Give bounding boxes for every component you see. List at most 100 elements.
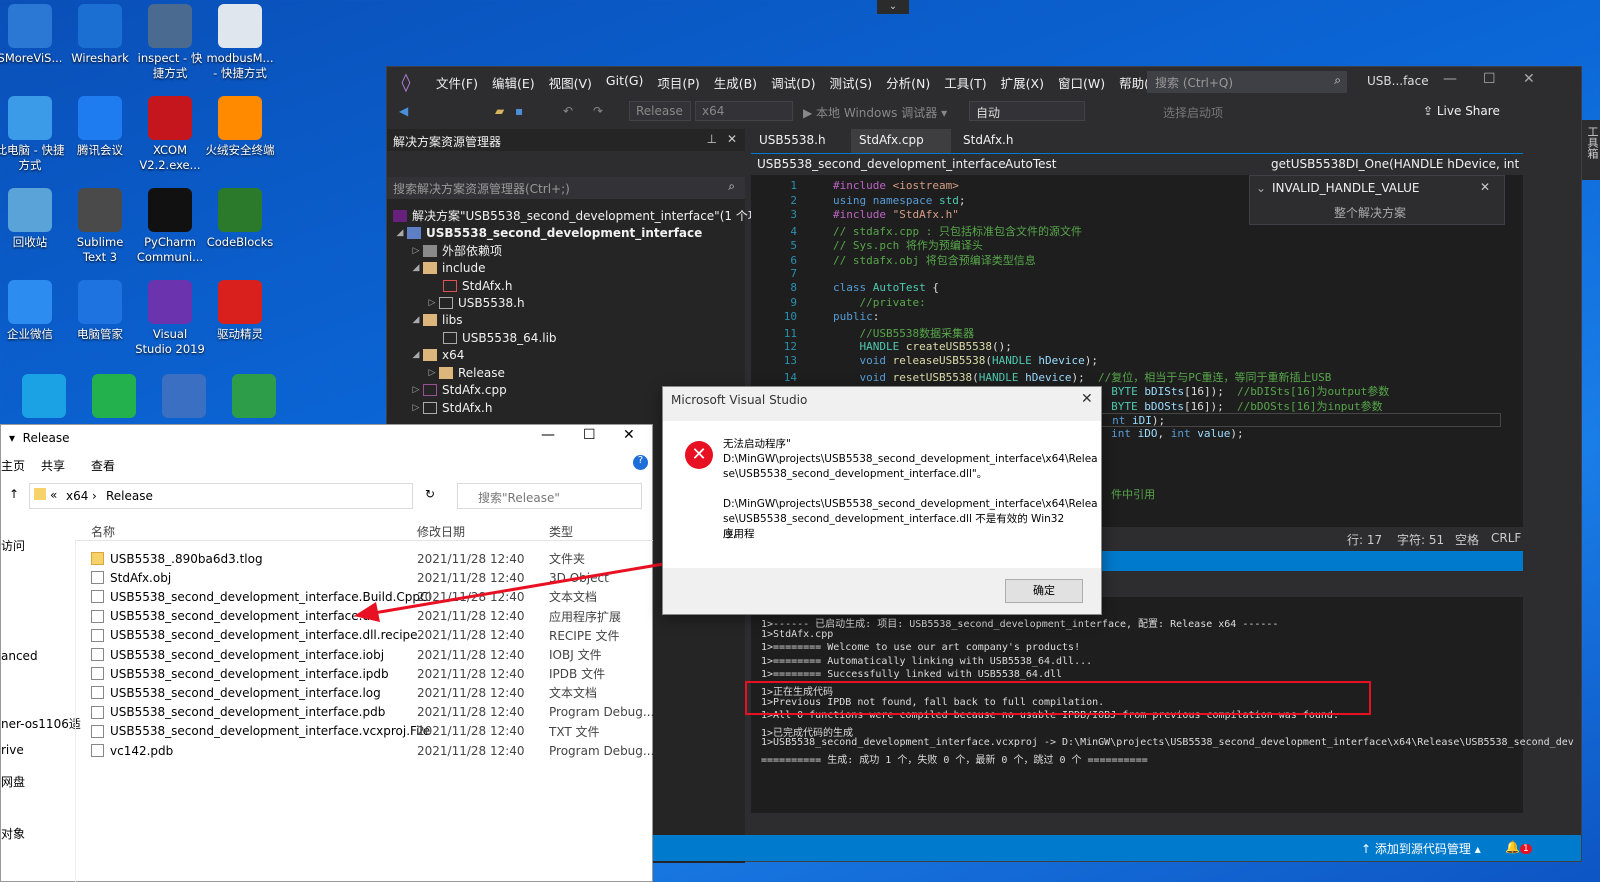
tab-usb5538-h[interactable]: USB5538.h [751,129,834,153]
desktop-icon[interactable] [78,374,150,421]
close-button[interactable]: ✕ [1081,391,1093,407]
notification-icon[interactable]: 🔔 1 [1505,840,1532,854]
desktop-icon[interactable] [8,374,80,421]
solution-search-input[interactable]: 搜索解决方案资源管理器(Ctrl+;) ⌕ [387,177,745,199]
nav-pane-item[interactable]: 对象 [1,825,25,842]
desktop-icon[interactable]: XCOM V2.2.exe... [134,96,206,173]
menu-item[interactable]: 项目(P) [650,73,706,92]
file-row[interactable]: USB5538_second_development_interface.vcx… [91,722,600,741]
tree-stdafx-cpp[interactable]: ▷ StdAfx.cpp [409,381,507,398]
menu-item[interactable]: 视图(V) [542,73,599,92]
desktop-icon[interactable]: SMoreViS... [0,4,66,66]
col-name[interactable]: 名称 [91,523,115,540]
maximize-button[interactable]: ☐ [1483,71,1496,87]
nav-project[interactable]: USB5538_second_development_interface [757,157,1006,171]
menu-item[interactable]: 生成(B) [707,73,764,92]
eol-indicator[interactable]: CRLF [1491,531,1521,545]
nav-scope[interactable]: AutoTest [1005,157,1057,171]
desktop-icon[interactable] [148,374,220,421]
close-icon[interactable]: ✕ [727,132,737,146]
file-row[interactable]: USB5538_second_development_interface.dll… [91,626,619,645]
ribbon-view[interactable]: 查看 [91,457,115,474]
chevron-down-icon[interactable]: ⌄ [877,0,909,14]
live-share-button[interactable]: ⇪ Live Share [1423,104,1500,118]
maximize-button[interactable]: ☐ [583,427,596,443]
back-icon[interactable]: ◀ [399,104,408,118]
address-bar[interactable]: « x64 › Release [29,483,413,509]
menu-item[interactable]: Git(G) [599,73,651,92]
tab-stdafx-cpp[interactable]: StdAfx.cpp [851,129,951,153]
tree-solution[interactable]: 解决方案"USB5538_second_development_interfac… [393,207,788,224]
startup-item-select[interactable]: 选择启动项 [1163,104,1223,121]
save-icon[interactable]: ▪ [515,104,523,118]
search-input[interactable]: 搜索 (Ctrl+Q) ⌕ [1147,71,1347,93]
auto-select[interactable]: 自动 [969,101,1085,121]
redo-icon[interactable]: ↷ [593,104,603,118]
refresh-icon[interactable]: ↻ [425,487,435,501]
undo-icon[interactable]: ↶ [563,104,573,118]
file-row[interactable]: USB5538_second_development_interface.iob… [91,645,602,664]
tab-stdafx-h[interactable]: StdAfx.h [955,129,1021,153]
desktop-icon[interactable]: PyCharm Communi... [134,188,206,265]
tree-project[interactable]: ◢ USB5538_second_development_interface [393,224,703,241]
tree-release[interactable]: ▷ Release [425,364,505,381]
nav-pane-item[interactable]: ner-os1106适 [1,715,81,732]
ribbon-share[interactable]: 共享 [41,457,65,474]
space-indicator[interactable]: 空格 [1455,531,1479,548]
desktop-icon[interactable]: Sublime Text 3 [64,188,136,265]
minimize-button[interactable]: — [541,427,555,443]
tree-stdafx-h2[interactable]: ▷ StdAfx.h [409,399,493,416]
desktop-icon[interactable]: 火绒安全终端 [204,96,276,158]
tree-libs[interactable]: ◢ libs [409,311,463,328]
nav-pane-item[interactable]: rive [1,743,24,757]
find-scope[interactable]: 整个解决方案 [1334,204,1406,221]
expand-icon[interactable]: ⌄ [1256,181,1266,195]
desktop-icon[interactable]: 企业微信 [0,280,66,342]
desktop-icon[interactable]: 电脑管家 [64,280,136,342]
close-button[interactable]: ✕ [623,427,635,443]
tree-usb-h[interactable]: ▷ USB5538.h [425,294,525,311]
file-row[interactable]: USB5538_second_development_interface.pdb… [91,703,654,722]
menu-item[interactable]: 窗口(W) [1051,73,1112,92]
close-icon[interactable]: ✕ [1480,180,1490,194]
tree-x64[interactable]: ◢ x64 [409,346,465,363]
toolbox-side-tab[interactable]: 工具箱 [1582,120,1600,180]
minimize-button[interactable]: — [1443,71,1457,87]
desktop-icon[interactable]: 驱动精灵 [204,280,276,342]
add-to-source-control-button[interactable]: ↑ 添加到源代码管理 ▴ [1361,840,1481,857]
menu-item[interactable]: 扩展(X) [994,73,1051,92]
desktop-icon[interactable]: 腾讯会议 [64,96,136,158]
line-indicator[interactable]: 行: 17 [1347,531,1382,548]
nav-pane-item[interactable]: 网盘 [1,773,25,790]
desktop-icon[interactable]: 回收站 [0,188,66,250]
desktop-icon[interactable]: Wireshark [64,4,136,66]
menu-item[interactable]: 调试(D) [764,73,822,92]
path-x64[interactable]: x64 [66,489,88,503]
nav-pane-item[interactable]: 访问 [1,537,25,554]
menu-item[interactable]: 测试(S) [822,73,879,92]
open-folder-icon[interactable]: ▰ [495,104,504,118]
char-indicator[interactable]: 字符: 51 [1397,531,1444,548]
up-arrow-icon[interactable]: ↑ [9,487,19,501]
close-button[interactable]: ✕ [1523,71,1535,87]
file-row[interactable]: vc142.pdb 2021/11/28 12:40 Program Debug..… [91,741,654,760]
desktop-icon[interactable]: 此电脑 - 快捷方式 [0,96,66,173]
desktop-icon[interactable]: Visual Studio 2019 [134,280,206,357]
file-row[interactable]: USB5538_second_development_interface.log… [91,683,597,702]
tree-lib-file[interactable]: USB5538_64.lib [443,329,557,346]
menu-item[interactable]: 编辑(E) [485,73,542,92]
ribbon-home[interactable]: 主页 [1,457,25,474]
path-release[interactable]: Release [106,489,153,503]
explorer-search-input[interactable]: 搜索"Release" [457,483,642,509]
desktop-icon[interactable] [218,374,290,421]
nav-member[interactable]: getUSB5538DI_One(HANDLE hDevice, int [1271,157,1519,171]
menu-item[interactable]: 分析(N) [879,73,937,92]
menu-item[interactable]: 工具(T) [937,73,993,92]
desktop-icon[interactable]: modbusM... - 快捷方式 [204,4,276,81]
pin-icon[interactable]: ⊥ [707,132,717,146]
desktop-icon[interactable]: inspect - 快捷方式 [134,4,206,81]
ok-button[interactable]: 确定 [1005,579,1083,603]
nav-pane-item[interactable]: anced [1,649,38,663]
file-row[interactable]: USB5538_second_development_interface.ipd… [91,664,605,683]
desktop-icon[interactable]: CodeBlocks [204,188,276,250]
